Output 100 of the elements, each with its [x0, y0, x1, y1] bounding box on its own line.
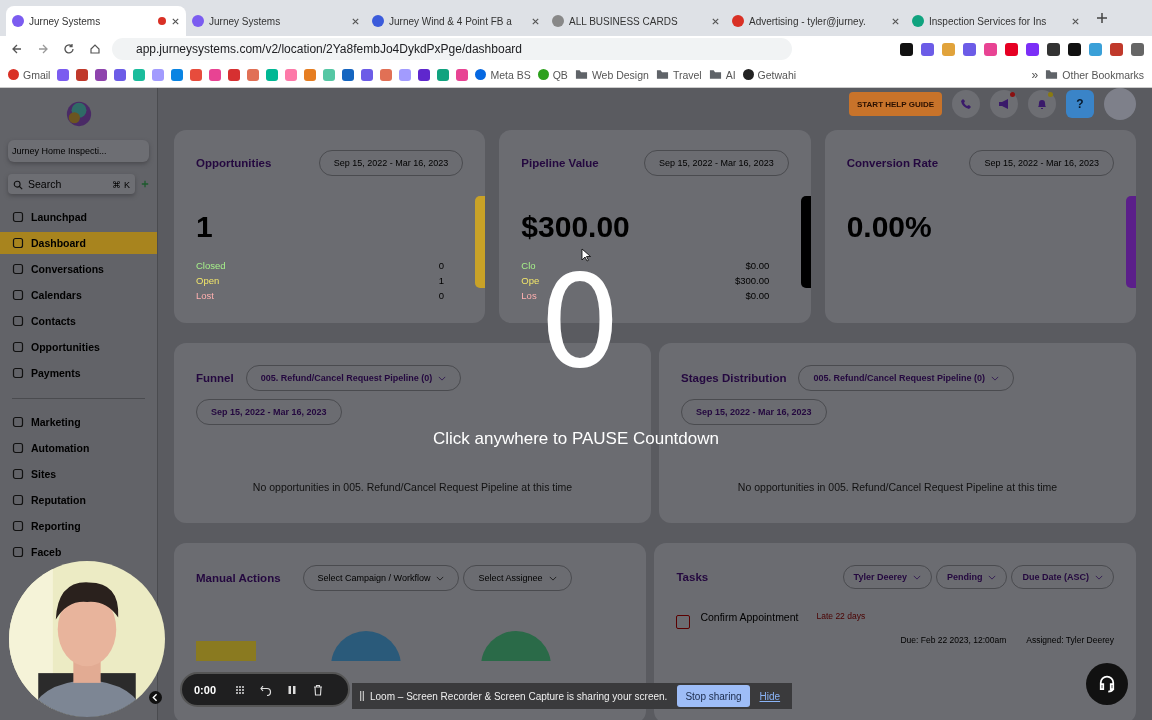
- bookmark-folder[interactable]: Web Design: [574, 68, 649, 81]
- nav-item[interactable]: Dashboard: [0, 232, 157, 254]
- bookmark-icon[interactable]: [418, 68, 431, 81]
- extension-icon[interactable]: [1068, 42, 1081, 56]
- timer: 0:00: [194, 683, 217, 696]
- square-icon: [12, 237, 24, 249]
- close-icon[interactable]: [171, 16, 180, 26]
- stop-sharing-button[interactable]: Stop sharing: [677, 685, 750, 707]
- task-title: Confirm Appointment: [700, 611, 799, 623]
- bookmark-icon[interactable]: [76, 68, 89, 81]
- square-icon: [12, 341, 24, 353]
- breakdown-value: 1: [438, 274, 444, 288]
- nav-item[interactable]: Reporting: [0, 515, 93, 537]
- browser-tab[interactable]: ALL BUSINESS CARDS: [546, 6, 726, 36]
- nav-item[interactable]: Opportunities: [0, 336, 112, 358]
- drag-handle-icon[interactable]: [360, 691, 364, 701]
- bookmark-icon[interactable]: [228, 68, 241, 81]
- stat-value: 1: [196, 210, 214, 244]
- breakdown-value: 0: [438, 289, 444, 303]
- bookmark-icon[interactable]: [95, 68, 108, 81]
- square-icon: [12, 546, 24, 558]
- square-icon: [12, 315, 24, 327]
- nav-item[interactable]: Reputation: [0, 489, 98, 511]
- nav-item[interactable]: Calendars: [0, 284, 94, 306]
- grid-icon[interactable]: [234, 683, 247, 696]
- bookmark-folder[interactable]: Other Bookmarks: [1045, 68, 1144, 81]
- square-icon: [12, 442, 24, 454]
- bookmark-folder[interactable]: AI: [708, 68, 736, 81]
- collapse-icon[interactable]: [149, 691, 162, 704]
- bookmark-icon[interactable]: [190, 68, 203, 81]
- caret-icon: [438, 375, 447, 381]
- help-button[interactable]: ?: [1066, 90, 1094, 118]
- shortcut-hint: ⌘ K: [112, 180, 130, 190]
- headset-icon: [1097, 674, 1117, 694]
- forward-icon[interactable]: [37, 43, 49, 56]
- home-icon[interactable]: [89, 43, 101, 56]
- breakdown-label: Open: [196, 274, 220, 288]
- caret-icon: [436, 575, 445, 581]
- task-checkbox[interactable]: [676, 615, 691, 629]
- nav-item[interactable]: Contacts: [0, 310, 88, 332]
- breakdown-label: Clo: [521, 259, 536, 273]
- megaphone-button[interactable]: [990, 90, 1018, 118]
- caret-icon: [988, 574, 997, 580]
- reload-icon[interactable]: [63, 43, 75, 56]
- bookmark-link[interactable]: QB: [537, 68, 568, 81]
- bookmark-link[interactable]: Gmail: [8, 68, 51, 81]
- close-icon[interactable]: [531, 16, 540, 26]
- help-guide-button[interactable]: START HELP GUIDE: [848, 92, 942, 116]
- bookmark-icon[interactable]: [57, 68, 70, 81]
- nav-item[interactable]: Payments: [0, 362, 93, 384]
- nav-item[interactable]: Launchpad: [0, 206, 99, 228]
- empty-message: No opportunities in 005. Refund/Cancel Request Pipeline at this time: [736, 481, 1059, 493]
- account-switcher[interactable]: Jurney Home Inspecti...: [8, 140, 149, 162]
- pause-icon[interactable]: [286, 683, 299, 696]
- card-title: Tasks: [676, 571, 709, 583]
- square-icon: [12, 416, 24, 428]
- bookmark-folder[interactable]: Travel: [655, 68, 702, 81]
- stat-value: $300.00: [521, 210, 631, 244]
- caret-icon: [1095, 574, 1103, 580]
- close-icon[interactable]: [711, 16, 720, 26]
- browser-tab[interactable]: Jurney Wind & 4 Point FB a: [366, 6, 546, 36]
- breakdown-label: Lost: [196, 289, 214, 303]
- card-title: Conversion Rate: [846, 157, 939, 169]
- browser-tab[interactable]: Jurney Systems: [186, 6, 366, 36]
- undo-icon[interactable]: [260, 683, 273, 696]
- phone-button[interactable]: [952, 90, 980, 118]
- extension-icon[interactable]: [900, 42, 913, 56]
- close-icon[interactable]: [1071, 16, 1080, 26]
- hide-link[interactable]: Hide: [759, 690, 781, 702]
- browser-tab[interactable]: Inspection Services for Ins: [906, 6, 1086, 36]
- square-icon: [12, 289, 24, 301]
- bookmark-link[interactable]: Getwahi: [742, 68, 797, 81]
- breakdown-value: 0: [438, 259, 444, 273]
- bookmark-link[interactable]: Meta BS: [475, 68, 531, 81]
- nav-item[interactable]: Conversations: [0, 258, 116, 280]
- assignee: Assigned: Tyler Deerey: [1026, 635, 1114, 645]
- nav-item[interactable]: Marketing: [0, 411, 93, 433]
- bookmark-icon[interactable]: [114, 68, 127, 81]
- nav-item[interactable]: Automation: [0, 437, 102, 459]
- delete-icon[interactable]: [312, 683, 325, 696]
- bookmark-icon[interactable]: [456, 68, 469, 81]
- browser-tab[interactable]: Advertising - tyler@jurney.: [726, 6, 906, 36]
- more-bookmarks-button[interactable]: »: [1031, 67, 1039, 82]
- nav-item[interactable]: Faceb: [0, 541, 74, 563]
- bookmark-icon[interactable]: [171, 68, 184, 81]
- bookmark-icon[interactable]: [209, 68, 222, 81]
- back-icon[interactable]: [11, 43, 23, 56]
- due-date: Due: Feb 22 2023, 12:00am: [900, 635, 1007, 645]
- new-tab-icon[interactable]: [1096, 12, 1108, 24]
- nav-item[interactable]: Sites: [0, 463, 69, 485]
- extension-icon[interactable]: [1047, 42, 1060, 56]
- card-title: Opportunities: [196, 157, 272, 169]
- close-icon[interactable]: [891, 16, 900, 26]
- close-icon[interactable]: [351, 16, 360, 26]
- address-bar[interactable]: app.jurneysystems.com/v2/location/2Ya8fembJo4DykdPxPge/dashboard: [112, 38, 792, 61]
- bookmark-icon[interactable]: [361, 68, 374, 81]
- notifications-button[interactable]: [1028, 90, 1056, 118]
- stat-value: 0.00%: [846, 210, 933, 244]
- bookmark-icon[interactable]: [342, 68, 355, 81]
- browser-tab[interactable]: Jurney Systems: [6, 6, 186, 36]
